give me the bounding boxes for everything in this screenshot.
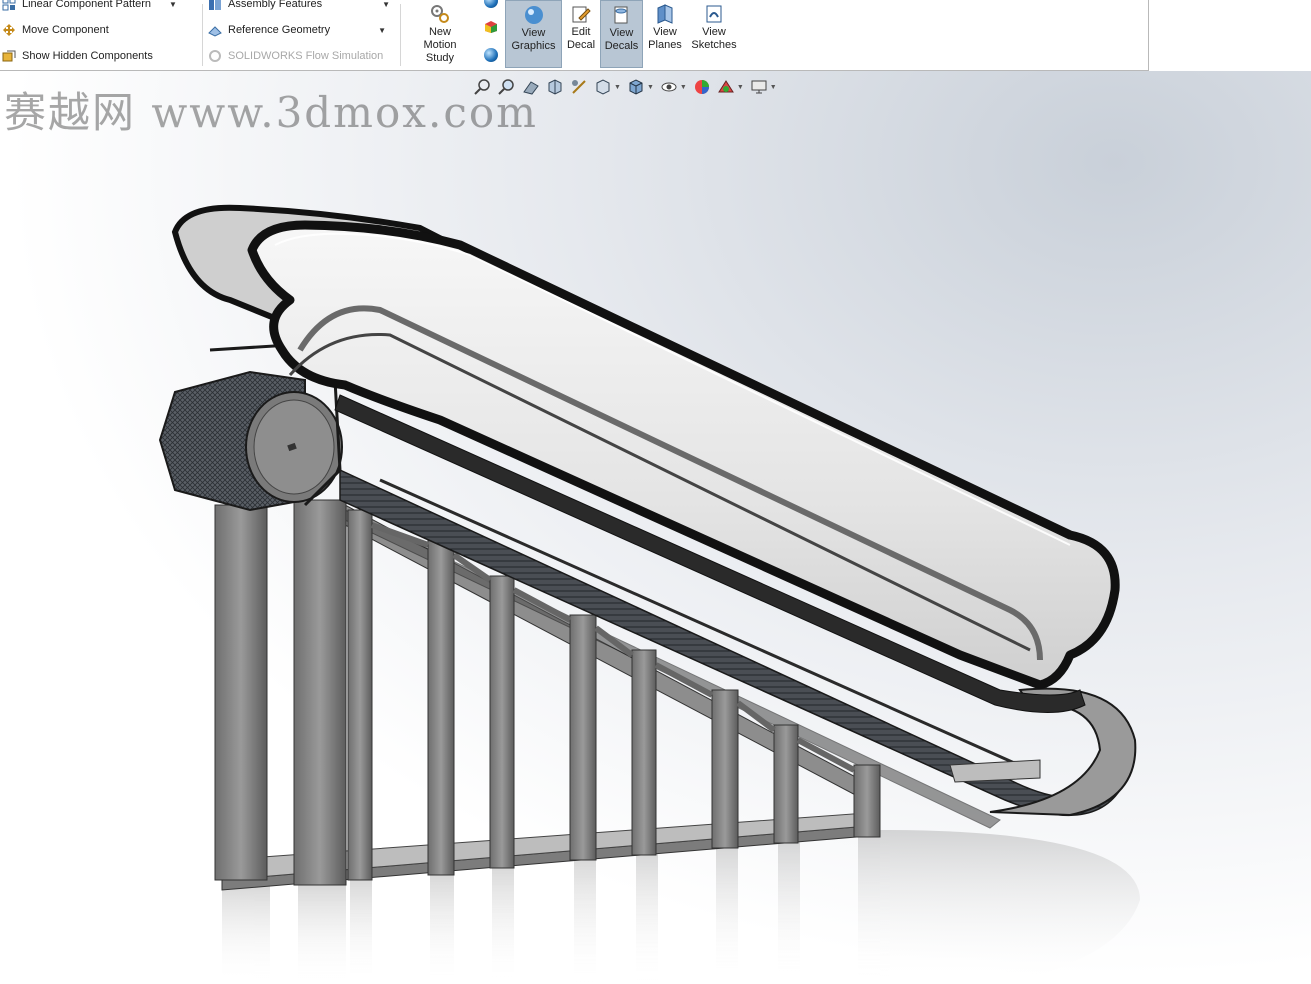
view-settings-icon[interactable] <box>750 78 768 96</box>
view-graphics-button[interactable]: View Graphics <box>505 0 562 68</box>
view-decals-line1: View <box>609 27 634 39</box>
chevron-down-icon[interactable]: ▼ <box>647 84 654 91</box>
new-motion-study-button[interactable]: New Motion Study <box>416 0 464 68</box>
command-manager-ribbon: Linear Component Pattern ▼ Move Componen… <box>0 0 1149 71</box>
chevron-down-icon[interactable]: ▼ <box>614 84 621 91</box>
chevron-down-icon[interactable]: ▼ <box>737 84 744 91</box>
new-motion-study-line1: New <box>428 26 451 38</box>
hide-show-items-icon[interactable] <box>660 78 678 96</box>
edit-decal-line1: Edit <box>571 26 591 38</box>
reference-geometry-label: Reference Geometry <box>228 24 331 36</box>
view-planes-line1: View <box>653 26 677 38</box>
reference-geometry-button[interactable]: Reference Geometry ▼ <box>208 22 386 38</box>
chevron-down-icon[interactable]: ▼ <box>770 84 777 91</box>
edit-decal-line2: Decal <box>566 39 596 51</box>
move-component-label: Move Component <box>22 24 109 36</box>
previous-view-icon[interactable] <box>522 78 540 96</box>
reference-geometry-icon <box>208 23 222 37</box>
move-component-button[interactable]: Move Component <box>2 22 109 38</box>
zoom-to-area-icon[interactable] <box>498 78 516 96</box>
render-tools-column <box>482 0 500 68</box>
edit-decal-button[interactable]: Edit Decal <box>563 0 599 68</box>
view-graphics-line2: Graphics <box>511 40 556 52</box>
linear-component-pattern-button[interactable]: Linear Component Pattern ▼ <box>2 0 177 12</box>
ribbon-separator <box>400 4 401 66</box>
view-orientation-icon[interactable] <box>594 78 612 96</box>
view-decals-button[interactable]: View Decals <box>600 0 643 68</box>
graphics-viewport[interactable]: 赛越网 www.3dmox.com ▼ ▼ ▼ ▼ ▼ <box>0 71 1311 984</box>
assembly-features-button[interactable]: Assembly Features ▼ <box>208 0 390 12</box>
linear-pattern-icon <box>2 0 16 11</box>
view-sketches-line2: Sketches <box>691 39 737 51</box>
chevron-down-icon[interactable]: ▼ <box>378 26 386 35</box>
flow-simulation-icon <box>208 49 222 63</box>
view-graphics-line1: View <box>521 27 546 39</box>
escalator-model[interactable] <box>0 71 1311 984</box>
display-style-icon[interactable] <box>627 78 645 96</box>
view-decals-line2: Decals <box>604 40 639 52</box>
apply-scene-icon[interactable] <box>717 78 735 96</box>
chevron-down-icon[interactable]: ▼ <box>169 0 177 9</box>
flow-simulation-button[interactable]: SOLIDWORKS Flow Simulation <box>208 48 383 64</box>
new-motion-study-line2: Motion <box>423 39 457 51</box>
assembly-features-label: Assembly Features <box>228 0 323 10</box>
heads-up-view-toolbar: ▼ ▼ ▼ ▼ ▼ <box>474 76 783 98</box>
flow-simulation-label: SOLIDWORKS Flow Simulation <box>228 50 384 62</box>
show-hidden-icon <box>2 49 16 63</box>
view-planes-line2: Planes <box>648 39 682 51</box>
linear-component-pattern-label: Linear Component Pattern <box>22 0 152 10</box>
view-decals-icon <box>611 4 633 26</box>
zoom-to-fit-icon[interactable] <box>474 78 492 96</box>
view-planes-icon <box>654 3 676 25</box>
edit-decal-icon <box>570 3 592 25</box>
graphics-sphere-icon <box>523 4 545 26</box>
dynamic-annotation-icon[interactable] <box>570 78 588 96</box>
motion-study-icon <box>429 3 451 25</box>
move-component-icon <box>2 23 16 37</box>
scene-sphere-icon[interactable] <box>484 48 498 62</box>
assembly-features-icon <box>208 0 222 11</box>
render-preview-icon[interactable] <box>484 0 498 8</box>
edit-appearance-icon[interactable] <box>693 78 711 96</box>
view-sketches-icon <box>703 3 725 25</box>
view-sketches-line1: View <box>702 26 726 38</box>
view-sketches-button[interactable]: View Sketches <box>688 0 740 68</box>
view-planes-button[interactable]: View Planes <box>645 0 685 68</box>
show-hidden-components-label: Show Hidden Components <box>22 50 153 62</box>
appearance-cube-icon[interactable] <box>483 20 499 34</box>
show-hidden-components-button[interactable]: Show Hidden Components <box>2 48 153 64</box>
new-motion-study-line3: Study <box>425 52 455 64</box>
section-view-icon[interactable] <box>546 78 564 96</box>
chevron-down-icon[interactable]: ▼ <box>680 84 687 91</box>
chevron-down-icon[interactable]: ▼ <box>382 0 390 9</box>
ribbon-separator <box>202 4 203 66</box>
